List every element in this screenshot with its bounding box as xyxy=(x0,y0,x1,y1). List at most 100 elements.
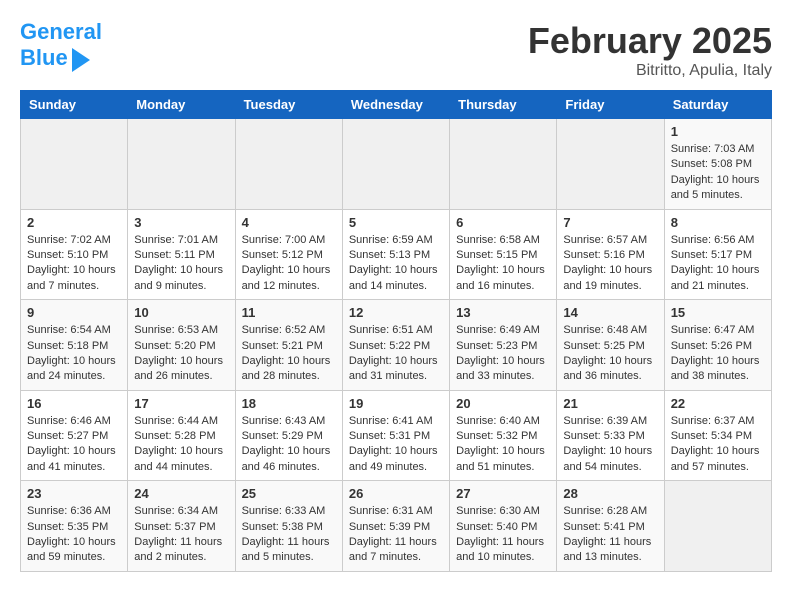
calendar-cell xyxy=(342,119,449,210)
calendar-table: SundayMondayTuesdayWednesdayThursdayFrid… xyxy=(20,90,772,572)
cell-content: Sunrise: 6:28 AM Sunset: 5:41 PM Dayligh… xyxy=(563,504,657,566)
calendar-cell: 12 Sunrise: 6:51 AM Sunset: 5:22 PM Dayli… xyxy=(342,300,449,391)
title-block: February 2025 Bitritto, Apulia, Italy xyxy=(528,20,772,80)
calendar-cell: 3 Sunrise: 7:01 AM Sunset: 5:11 PM Daylig… xyxy=(128,209,235,300)
page-header: General Blue February 2025 Bitritto, Apu… xyxy=(20,20,772,80)
day-number: 12 xyxy=(349,305,443,320)
calendar-header-row: SundayMondayTuesdayWednesdayThursdayFrid… xyxy=(21,91,772,119)
day-number: 4 xyxy=(242,215,336,230)
calendar-cell: 4 Sunrise: 7:00 AM Sunset: 5:12 PM Daylig… xyxy=(235,209,342,300)
calendar-cell: 17 Sunrise: 6:44 AM Sunset: 5:28 PM Dayli… xyxy=(128,390,235,481)
cell-content: Sunrise: 6:33 AM Sunset: 5:38 PM Dayligh… xyxy=(242,504,336,566)
cell-content: Sunrise: 6:31 AM Sunset: 5:39 PM Dayligh… xyxy=(349,504,443,566)
logo: General Blue xyxy=(20,20,102,72)
cell-content: Sunrise: 6:48 AM Sunset: 5:25 PM Dayligh… xyxy=(563,323,657,385)
calendar-cell: 7Sunrise: 6:57 AM Sunset: 5:16 PM Daylig… xyxy=(557,209,664,300)
cell-content: Sunrise: 7:02 AM Sunset: 5:10 PM Dayligh… xyxy=(27,233,121,295)
cell-content: Sunrise: 6:40 AM Sunset: 5:32 PM Dayligh… xyxy=(456,414,550,476)
day-number: 6 xyxy=(456,215,550,230)
calendar-cell: 19Sunrise: 6:41 AM Sunset: 5:31 PM Dayli… xyxy=(342,390,449,481)
cell-content: Sunrise: 6:58 AM Sunset: 5:15 PM Dayligh… xyxy=(456,233,550,295)
calendar-cell xyxy=(557,119,664,210)
cell-content: Sunrise: 7:00 AM Sunset: 5:12 PM Dayligh… xyxy=(242,233,336,295)
calendar-cell: 27 Sunrise: 6:30 AM Sunset: 5:40 PM Dayli… xyxy=(450,481,557,572)
day-number: 26 xyxy=(349,486,443,501)
header-sunday: Sunday xyxy=(21,91,128,119)
logo-general: General xyxy=(20,19,102,44)
calendar-cell xyxy=(128,119,235,210)
calendar-cell: 26 Sunrise: 6:31 AM Sunset: 5:39 PM Dayli… xyxy=(342,481,449,572)
calendar-cell: 11 Sunrise: 6:52 AM Sunset: 5:21 PM Dayli… xyxy=(235,300,342,391)
header-thursday: Thursday xyxy=(450,91,557,119)
cell-content: Sunrise: 6:36 AM Sunset: 5:35 PM Dayligh… xyxy=(27,504,121,566)
calendar-cell: 6 Sunrise: 6:58 AM Sunset: 5:15 PM Daylig… xyxy=(450,209,557,300)
day-number: 17 xyxy=(134,396,228,411)
header-friday: Friday xyxy=(557,91,664,119)
calendar-cell: 13 Sunrise: 6:49 AM Sunset: 5:23 PM Dayli… xyxy=(450,300,557,391)
day-number: 15 xyxy=(671,305,765,320)
calendar-cell xyxy=(664,481,771,572)
cell-content: Sunrise: 6:59 AM Sunset: 5:13 PM Dayligh… xyxy=(349,233,443,295)
calendar-week-row: 2 Sunrise: 7:02 AM Sunset: 5:10 PM Daylig… xyxy=(21,209,772,300)
calendar-cell: 24Sunrise: 6:34 AM Sunset: 5:37 PM Dayli… xyxy=(128,481,235,572)
calendar-week-row: 1 Sunrise: 7:03 AM Sunset: 5:08 PM Daylig… xyxy=(21,119,772,210)
day-number: 10 xyxy=(134,305,228,320)
cell-content: Sunrise: 6:51 AM Sunset: 5:22 PM Dayligh… xyxy=(349,323,443,385)
cell-content: Sunrise: 6:43 AM Sunset: 5:29 PM Dayligh… xyxy=(242,414,336,476)
day-number: 13 xyxy=(456,305,550,320)
calendar-cell: 9 Sunrise: 6:54 AM Sunset: 5:18 PM Daylig… xyxy=(21,300,128,391)
cell-content: Sunrise: 6:44 AM Sunset: 5:28 PM Dayligh… xyxy=(134,414,228,476)
calendar-cell: 2 Sunrise: 7:02 AM Sunset: 5:10 PM Daylig… xyxy=(21,209,128,300)
day-number: 1 xyxy=(671,124,765,139)
calendar-cell xyxy=(235,119,342,210)
logo-blue: Blue xyxy=(20,46,68,70)
calendar-cell xyxy=(450,119,557,210)
cell-content: Sunrise: 7:03 AM Sunset: 5:08 PM Dayligh… xyxy=(671,142,765,204)
cell-content: Sunrise: 6:49 AM Sunset: 5:23 PM Dayligh… xyxy=(456,323,550,385)
day-number: 9 xyxy=(27,305,121,320)
location-title: Bitritto, Apulia, Italy xyxy=(528,62,772,80)
logo-arrow-icon xyxy=(72,48,90,72)
day-number: 14 xyxy=(563,305,657,320)
logo-text: General xyxy=(20,20,102,44)
calendar-cell: 23 Sunrise: 6:36 AM Sunset: 5:35 PM Dayli… xyxy=(21,481,128,572)
calendar-week-row: 9 Sunrise: 6:54 AM Sunset: 5:18 PM Daylig… xyxy=(21,300,772,391)
day-number: 23 xyxy=(27,486,121,501)
day-number: 24 xyxy=(134,486,228,501)
calendar-week-row: 23 Sunrise: 6:36 AM Sunset: 5:35 PM Dayli… xyxy=(21,481,772,572)
calendar-cell: 28 Sunrise: 6:28 AM Sunset: 5:41 PM Dayli… xyxy=(557,481,664,572)
cell-content: Sunrise: 6:53 AM Sunset: 5:20 PM Dayligh… xyxy=(134,323,228,385)
day-number: 5 xyxy=(349,215,443,230)
cell-content: Sunrise: 6:41 AM Sunset: 5:31 PM Dayligh… xyxy=(349,414,443,476)
cell-content: Sunrise: 6:52 AM Sunset: 5:21 PM Dayligh… xyxy=(242,323,336,385)
day-number: 3 xyxy=(134,215,228,230)
calendar-cell: 25Sunrise: 6:33 AM Sunset: 5:38 PM Dayli… xyxy=(235,481,342,572)
calendar-cell: 18Sunrise: 6:43 AM Sunset: 5:29 PM Dayli… xyxy=(235,390,342,481)
cell-content: Sunrise: 7:01 AM Sunset: 5:11 PM Dayligh… xyxy=(134,233,228,295)
calendar-cell: 22Sunrise: 6:37 AM Sunset: 5:34 PM Dayli… xyxy=(664,390,771,481)
day-number: 28 xyxy=(563,486,657,501)
calendar-cell xyxy=(21,119,128,210)
cell-content: Sunrise: 6:46 AM Sunset: 5:27 PM Dayligh… xyxy=(27,414,121,476)
header-tuesday: Tuesday xyxy=(235,91,342,119)
calendar-cell: 21Sunrise: 6:39 AM Sunset: 5:33 PM Dayli… xyxy=(557,390,664,481)
day-number: 8 xyxy=(671,215,765,230)
day-number: 2 xyxy=(27,215,121,230)
header-wednesday: Wednesday xyxy=(342,91,449,119)
calendar-cell: 20 Sunrise: 6:40 AM Sunset: 5:32 PM Dayli… xyxy=(450,390,557,481)
day-number: 11 xyxy=(242,305,336,320)
header-monday: Monday xyxy=(128,91,235,119)
cell-content: Sunrise: 6:54 AM Sunset: 5:18 PM Dayligh… xyxy=(27,323,121,385)
day-number: 27 xyxy=(456,486,550,501)
calendar-cell: 10 Sunrise: 6:53 AM Sunset: 5:20 PM Dayli… xyxy=(128,300,235,391)
cell-content: Sunrise: 6:56 AM Sunset: 5:17 PM Dayligh… xyxy=(671,233,765,295)
cell-content: Sunrise: 6:47 AM Sunset: 5:26 PM Dayligh… xyxy=(671,323,765,385)
day-number: 16 xyxy=(27,396,121,411)
calendar-cell: 8 Sunrise: 6:56 AM Sunset: 5:17 PM Daylig… xyxy=(664,209,771,300)
calendar-cell: 5 Sunrise: 6:59 AM Sunset: 5:13 PM Daylig… xyxy=(342,209,449,300)
day-number: 21 xyxy=(563,396,657,411)
day-number: 20 xyxy=(456,396,550,411)
calendar-cell: 1 Sunrise: 7:03 AM Sunset: 5:08 PM Daylig… xyxy=(664,119,771,210)
cell-content: Sunrise: 6:57 AM Sunset: 5:16 PM Dayligh… xyxy=(563,233,657,295)
cell-content: Sunrise: 6:30 AM Sunset: 5:40 PM Dayligh… xyxy=(456,504,550,566)
